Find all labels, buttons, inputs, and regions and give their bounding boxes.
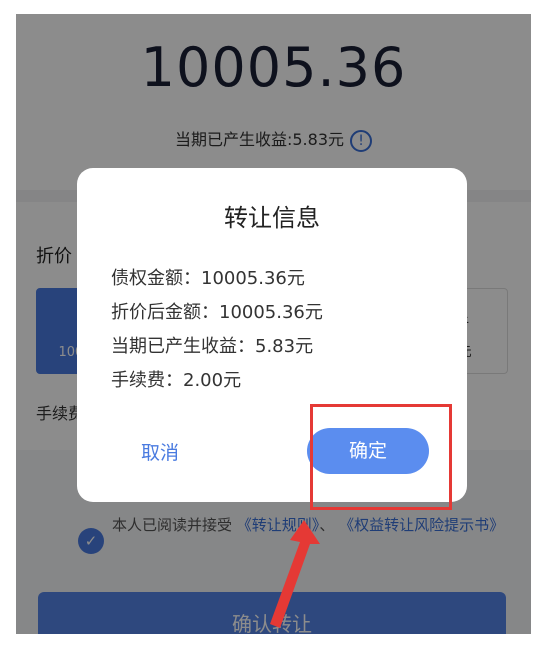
detail-fee: 手续费：2.00元 [111, 370, 242, 391]
detail-earnings: 当期已产生收益：5.83元 [111, 336, 314, 357]
annotation-arrow-icon [270, 520, 320, 628]
dialog-title: 转让信息 [224, 204, 320, 232]
cancel-button[interactable]: 取消 [141, 438, 179, 465]
detail-discounted-amount: 折价后金额：10005.36元 [111, 302, 323, 323]
screenshot-frame: 10005.36 当期已产生收益:5.83元! 折价 原价 10005.36元 … [0, 0, 546, 648]
phone-screen: 10005.36 当期已产生收益:5.83元! 折价 原价 10005.36元 … [16, 14, 531, 634]
detail-debt-amount: 债权金额：10005.36元 [111, 268, 305, 289]
dialog-details: 债权金额：10005.36元 折价后金额：10005.36元 当期已产生收益：5… [111, 262, 323, 398]
annotation-highlight-box [310, 404, 452, 510]
